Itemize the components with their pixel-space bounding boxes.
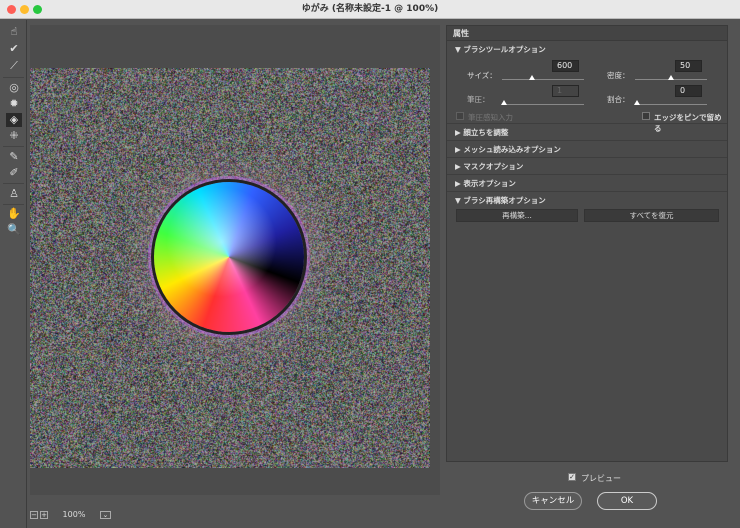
freeze-mask-tool-icon[interactable]: ✎ (6, 150, 22, 164)
pressure-input: 1 (552, 85, 579, 97)
pressure-slider[interactable] (502, 104, 584, 105)
load-mesh-section[interactable]: ▶ メッシュ読み込みオプション (447, 141, 727, 158)
zoom-tool-icon[interactable]: 🔍 (6, 223, 22, 237)
thaw-mask-tool-icon[interactable]: ✐ (6, 166, 22, 180)
warped-sphere (154, 182, 304, 332)
rate-slider-knob[interactable] (634, 100, 640, 105)
hand-tool-icon[interactable]: ✋ (6, 207, 22, 221)
smooth-tool-icon[interactable]: ⟋ (6, 59, 22, 73)
pressure-slider-knob[interactable] (501, 100, 507, 105)
zoom-dropdown[interactable]: ⌄ (100, 511, 111, 519)
size-slider-knob[interactable] (529, 75, 535, 80)
restore-all-button[interactable]: すべてを復元 (584, 209, 719, 222)
minimize-window-button[interactable] (20, 5, 29, 14)
bloat-tool-icon[interactable]: ◈ (6, 113, 22, 127)
pucker-tool-icon[interactable]: ✹ (6, 97, 22, 111)
brush-reconstruct-section[interactable]: ▼ ブラシ再構築オプション (447, 192, 727, 209)
cancel-button[interactable]: キャンセル (524, 492, 582, 510)
stylus-pressure-checkbox[interactable] (456, 112, 464, 120)
pin-edges-checkbox[interactable] (642, 112, 650, 120)
panel-title: 属性 (447, 26, 727, 41)
reconstruct-tool-icon[interactable]: ✔ (6, 42, 22, 56)
rate-input[interactable]: 0 (675, 85, 702, 97)
forward-warp-tool-icon[interactable]: ☝ (6, 25, 22, 39)
density-slider[interactable] (635, 79, 707, 80)
rate-slider[interactable] (635, 104, 707, 105)
reconstruct-button[interactable]: 再構築... (456, 209, 578, 222)
preview-label: プレビュー (581, 473, 621, 484)
ok-button[interactable]: OK (597, 492, 657, 510)
twirl-tool-icon[interactable]: ◎ (6, 81, 22, 95)
zoom-level: 100% (63, 510, 86, 519)
size-label: サイズ： (467, 70, 497, 81)
rate-label: 割合： (607, 94, 630, 105)
view-options-section[interactable]: ▶ 表示オプション (447, 175, 727, 192)
title-bar: ゆがみ (名称未設定-1 @ 100%) (0, 0, 740, 19)
zoom-window-button[interactable] (33, 5, 42, 14)
density-label: 密度： (607, 70, 630, 81)
zoom-in-button[interactable]: + (40, 511, 48, 519)
close-window-button[interactable] (7, 5, 16, 14)
pressure-label: 筆圧： (467, 94, 490, 105)
preview-checkbox[interactable]: ✓ (568, 473, 576, 481)
density-slider-knob[interactable] (668, 75, 674, 80)
stylus-pressure-label: 筆圧感知入力 (468, 112, 513, 123)
face-tool-icon[interactable]: ♙ (6, 187, 22, 201)
zoom-out-button[interactable]: − (30, 511, 38, 519)
density-input[interactable]: 50 (675, 60, 702, 72)
brush-options-section[interactable]: ▼ ブラシツールオプション (447, 41, 727, 58)
preview-canvas[interactable] (30, 25, 440, 495)
tool-palette: ☝ ✔ ⟋ ◎ ✹ ◈ ⁜ ✎ ✐ ♙ ✋ 🔍 (0, 20, 27, 528)
mask-options-section[interactable]: ▶ マスクオプション (447, 158, 727, 175)
size-input[interactable]: 600 (552, 60, 579, 72)
pin-edges-label: エッジをピンで留める (654, 112, 727, 134)
size-slider[interactable] (502, 79, 584, 80)
push-left-tool-icon[interactable]: ⁜ (6, 129, 22, 143)
zoom-control: − + 100% ⌄ (30, 510, 113, 519)
properties-panel: 属性 ▼ ブラシツールオプション サイズ： 600 密度： 50 筆圧： 1 割… (446, 25, 728, 462)
window-title: ゆがみ (名称未設定-1 @ 100%) (302, 4, 438, 14)
